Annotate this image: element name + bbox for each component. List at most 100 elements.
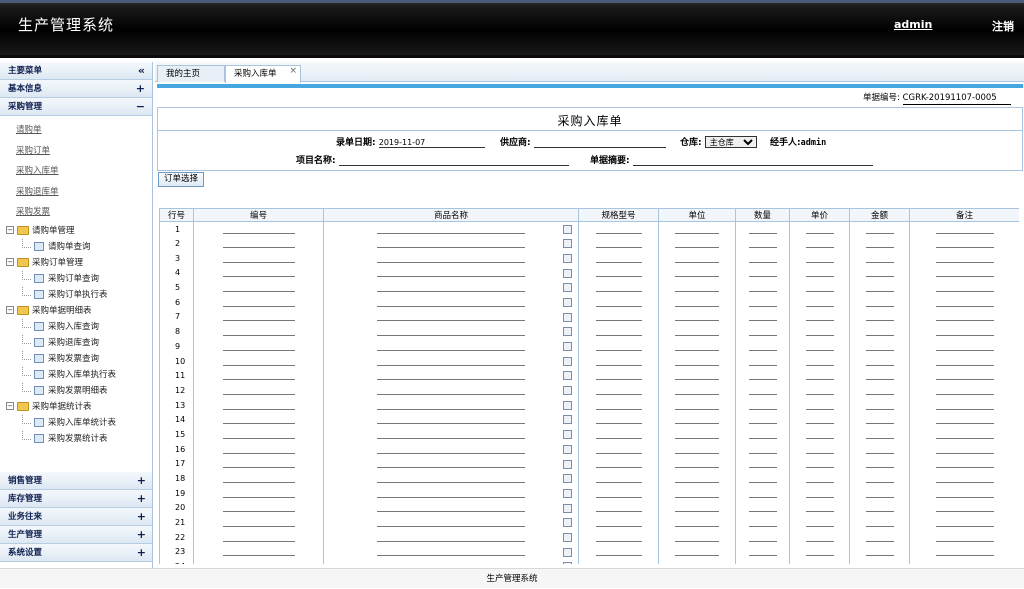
grid-cell[interactable] (909, 294, 1019, 310)
grid-cell[interactable] (789, 250, 850, 266)
grid-cell[interactable] (323, 280, 579, 295)
grid-cell[interactable] (909, 500, 1019, 516)
tree-leaf[interactable]: 采购入库单统计表 (0, 414, 152, 431)
grid-cell[interactable] (789, 500, 850, 516)
lookup-icon[interactable] (563, 356, 572, 366)
grid-cell[interactable] (578, 515, 659, 530)
grid-cell[interactable] (193, 485, 324, 501)
grid-cell[interactable] (789, 324, 850, 339)
lookup-icon[interactable] (563, 268, 572, 278)
doc-number-field[interactable] (902, 92, 1011, 105)
grid-cell[interactable] (909, 368, 1019, 384)
sidebar-section-sales[interactable]: 销售管理 + (0, 472, 152, 490)
grid-cell[interactable] (849, 265, 910, 281)
close-icon[interactable]: × (289, 63, 297, 79)
grid-cell[interactable] (909, 456, 1019, 472)
grid-cell[interactable] (323, 515, 579, 530)
grid-cell[interactable] (323, 383, 579, 398)
sidebar-link[interactable]: 采购发票 (16, 202, 152, 223)
grid-cell[interactable] (193, 250, 324, 266)
lookup-icon[interactable] (563, 562, 572, 564)
grid-cell[interactable] (193, 339, 324, 354)
expand-icon[interactable]: + (137, 472, 146, 490)
summary-field[interactable] (632, 155, 873, 166)
grid-cell[interactable] (658, 353, 736, 369)
grid-cell[interactable] (789, 221, 850, 237)
tree-leaf[interactable]: 采购退库查询 (0, 334, 152, 351)
grid-cell[interactable] (193, 221, 324, 237)
grid-cell[interactable] (658, 294, 736, 310)
grid-cell[interactable] (323, 368, 579, 384)
lookup-icon[interactable] (563, 430, 572, 440)
grid-cell[interactable] (735, 368, 790, 384)
grid-cell[interactable] (578, 339, 659, 354)
grid-cell[interactable] (909, 427, 1019, 442)
grid-cell[interactable] (735, 529, 790, 545)
lookup-icon[interactable] (563, 400, 572, 410)
grid-cell[interactable] (578, 250, 659, 266)
tree-leaf[interactable]: 采购入库单执行表 (0, 366, 152, 383)
grid-cell[interactable] (658, 559, 736, 564)
grid-cell[interactable] (578, 412, 659, 428)
grid-cell[interactable] (789, 441, 850, 457)
grid-cell[interactable] (323, 412, 579, 428)
grid-cell[interactable] (789, 427, 850, 442)
grid-cell[interactable] (658, 485, 736, 501)
tab-purchase-receipt[interactable]: 采购入库单 × (225, 65, 301, 83)
grid-cell[interactable] (193, 529, 324, 545)
grid-cell[interactable] (789, 471, 850, 486)
grid-cell[interactable] (658, 324, 736, 339)
grid-cell[interactable] (735, 544, 790, 560)
sidebar-section-purchase[interactable]: 采购管理 − (0, 98, 152, 116)
collapse-icon[interactable]: « (138, 62, 145, 80)
grid-cell[interactable] (193, 265, 324, 281)
grid-cell[interactable] (658, 265, 736, 281)
tree-leaf[interactable]: 请购单查询 (0, 238, 152, 255)
grid-cell[interactable] (193, 559, 324, 564)
grid-cell[interactable] (578, 221, 659, 237)
sidebar-link[interactable]: 采购入库单 (16, 161, 152, 182)
grid-cell[interactable] (909, 383, 1019, 398)
lookup-icon[interactable] (563, 253, 572, 263)
grid-cell[interactable] (193, 309, 324, 325)
grid-cell[interactable] (193, 383, 324, 398)
grid-cell[interactable] (735, 294, 790, 310)
lookup-icon[interactable] (563, 459, 572, 469)
grid-cell[interactable] (909, 441, 1019, 457)
grid-cell[interactable] (578, 397, 659, 413)
grid-cell[interactable] (658, 221, 736, 237)
grid-cell[interactable] (909, 544, 1019, 560)
grid-cell[interactable] (193, 412, 324, 428)
grid-cell[interactable] (849, 250, 910, 266)
warehouse-select[interactable]: 主仓库 (704, 136, 757, 148)
grid-cell[interactable] (658, 339, 736, 354)
lookup-icon[interactable] (563, 239, 572, 249)
grid-cell[interactable] (193, 368, 324, 384)
tree-leaf[interactable]: 采购发票统计表 (0, 430, 152, 447)
lookup-icon[interactable] (563, 342, 572, 351)
grid-cell[interactable] (578, 280, 659, 295)
grid-cell[interactable] (323, 456, 579, 472)
expand-icon[interactable]: + (136, 80, 145, 98)
grid-cell[interactable] (658, 280, 736, 295)
grid-cell[interactable] (849, 294, 910, 310)
grid-cell[interactable] (323, 250, 579, 266)
grid-cell[interactable] (193, 500, 324, 516)
sidebar-link[interactable]: 采购订单 (16, 141, 152, 162)
grid-cell[interactable] (658, 529, 736, 545)
grid-cell[interactable] (789, 339, 850, 354)
grid-cell[interactable] (658, 544, 736, 560)
grid-cell[interactable] (658, 456, 736, 472)
grid-cell[interactable] (849, 544, 910, 560)
grid-cell[interactable] (578, 559, 659, 564)
grid-cell[interactable] (578, 441, 659, 457)
grid-cell[interactable] (193, 294, 324, 310)
grid-cell[interactable] (909, 529, 1019, 545)
grid-cell[interactable] (578, 544, 659, 560)
grid-cell[interactable] (323, 397, 579, 413)
sidebar-section-settings[interactable]: 系统设置 + (0, 544, 152, 562)
grid-cell[interactable] (735, 559, 790, 564)
grid-cell[interactable] (658, 309, 736, 325)
grid-cell[interactable] (789, 353, 850, 369)
lookup-icon[interactable] (563, 444, 572, 454)
